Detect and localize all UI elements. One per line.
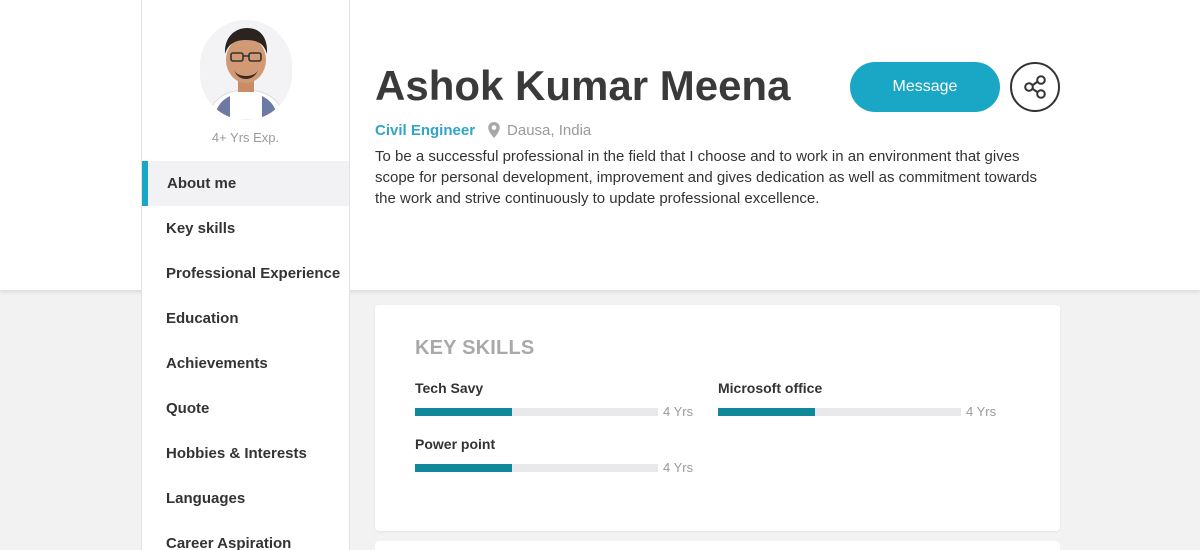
skill-progress-track (415, 408, 658, 416)
skill-progress-fill (718, 408, 816, 416)
key-skills-card: KEY SKILLS Tech Savy 4 Yrs Microsoft off… (375, 305, 1060, 531)
location-pin-icon (488, 122, 500, 138)
avatar (200, 20, 292, 120)
share-button[interactable] (1010, 62, 1060, 112)
share-icon (1024, 75, 1046, 99)
avatar-photo (200, 20, 292, 120)
about-text: To be a successful professional in the f… (375, 148, 1037, 207)
sidebar-item-career-aspiration[interactable]: Career Aspiration (142, 521, 349, 550)
skill-item: Microsoft office 4 Yrs (718, 380, 998, 420)
skill-progress-fill (415, 408, 513, 416)
skill-item: Tech Savy 4 Yrs (415, 380, 695, 420)
skill-progress-fill (415, 464, 513, 472)
skill-progress-track (415, 464, 658, 472)
skill-progress-track (718, 408, 961, 416)
skill-name: Tech Savy (415, 380, 484, 396)
sidebar-item-education[interactable]: Education (142, 296, 349, 341)
skill-name: Power point (415, 436, 496, 452)
experience-label: 4+ Yrs Exp. (211, 130, 280, 145)
sidebar-nav: About me Key skills Professional Experie… (142, 161, 349, 550)
profile-name: Ashok Kumar Meena (375, 62, 791, 109)
sidebar-item-languages[interactable]: Languages (142, 476, 349, 521)
sidebar-item-quote[interactable]: Quote (142, 386, 349, 431)
key-skills-title: KEY SKILLS (415, 337, 535, 359)
next-section-card (375, 541, 1060, 550)
job-title: Civil Engineer (375, 121, 476, 139)
sidebar: 4+ Yrs Exp. About me Key skills Professi… (141, 0, 350, 550)
skill-years: 4 Yrs (663, 460, 694, 475)
sidebar-item-professional-experience[interactable]: Professional Experience (142, 251, 349, 296)
sidebar-item-key-skills[interactable]: Key skills (142, 206, 349, 251)
sidebar-item-about-me[interactable]: About me (142, 161, 349, 206)
skill-years: 4 Yrs (966, 404, 997, 419)
skill-name: Microsoft office (718, 380, 823, 396)
skill-item: Power point 4 Yrs (415, 436, 695, 476)
profile-meta: Civil Engineer Dausa, India (375, 120, 591, 140)
skill-years: 4 Yrs (663, 404, 694, 419)
sidebar-item-hobbies-interests[interactable]: Hobbies & Interests (142, 431, 349, 476)
sidebar-item-achievements[interactable]: Achievements (142, 341, 349, 386)
message-button[interactable]: Message (850, 62, 1000, 112)
location-text: Dausa, India (507, 121, 592, 139)
